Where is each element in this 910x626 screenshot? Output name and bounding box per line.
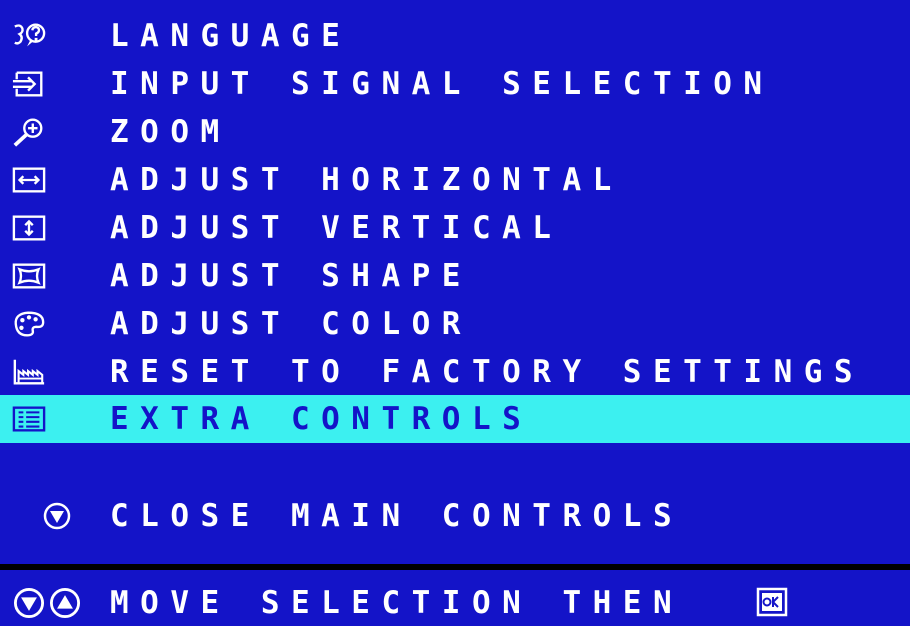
close-main-controls-button[interactable]: CLOSE MAIN CONTROLS <box>0 492 910 540</box>
menu-item-label: ADJUST HORIZONTAL <box>110 161 623 198</box>
menu-item-label: RESET TO FACTORY SETTINGS <box>110 353 865 390</box>
zoom-icon <box>12 117 46 147</box>
close-main-controls-label: CLOSE MAIN CONTROLS <box>110 497 684 534</box>
menu-item-label: ADJUST VERTICAL <box>110 209 563 246</box>
footer-nav-icons <box>12 586 82 624</box>
menu-item-label: ADJUST COLOR <box>110 305 472 342</box>
factory-icon <box>12 357 46 387</box>
menu-item-adjust-shape[interactable]: ADJUST SHAPE <box>0 252 910 300</box>
menu-item-reset-to-factory-settings[interactable]: RESET TO FACTORY SETTINGS <box>0 348 910 396</box>
ok-icon <box>756 587 788 621</box>
menu-item-label: INPUT SIGNAL SELECTION <box>110 65 774 102</box>
footer-label: MOVE SELECTION THEN <box>110 585 684 621</box>
down-arrow-circle-icon <box>40 501 74 531</box>
shape-icon <box>12 261 46 291</box>
footer-hint: MOVE SELECTION THEN <box>0 582 910 626</box>
menu-item-label: EXTRA CONTROLS <box>110 400 533 437</box>
menu-item-language[interactable]: LANGUAGE <box>0 12 910 60</box>
menu-item-label: ADJUST SHAPE <box>110 257 472 294</box>
down-arrow-circle-icon <box>12 586 46 624</box>
horizontal-arrows-icon <box>12 165 46 195</box>
up-arrow-circle-icon <box>48 586 82 624</box>
menu-item-extra-controls[interactable]: EXTRA CONTROLS <box>0 395 910 443</box>
menu-item-adjust-horizontal[interactable]: ADJUST HORIZONTAL <box>0 156 910 204</box>
menu-item-label: ZOOM <box>110 113 231 150</box>
palette-icon <box>12 309 46 339</box>
menu-item-adjust-color[interactable]: ADJUST COLOR <box>0 300 910 348</box>
monitor-osd-main-controls: LANGUAGE INPUT SIGNAL SELECTION ZOOM ADJ… <box>0 0 910 626</box>
input-signal-icon <box>12 69 46 99</box>
menu-item-zoom[interactable]: ZOOM <box>0 108 910 156</box>
menu-item-adjust-vertical[interactable]: ADJUST VERTICAL <box>0 204 910 252</box>
divider <box>0 564 910 570</box>
extra-controls-icon <box>12 404 46 434</box>
vertical-arrows-icon <box>12 213 46 243</box>
menu-item-input-signal-selection[interactable]: INPUT SIGNAL SELECTION <box>0 60 910 108</box>
menu-item-label: LANGUAGE <box>110 17 352 54</box>
language-icon <box>12 21 46 51</box>
